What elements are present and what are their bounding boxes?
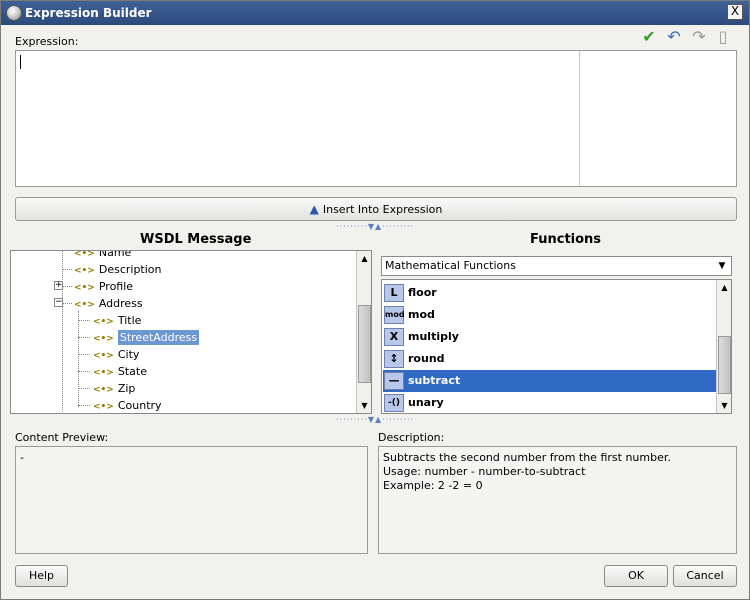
tree-item-profile[interactable]: <•> Profile: [74, 278, 133, 295]
scroll-up-icon[interactable]: ▲: [717, 280, 731, 295]
tree-item-description[interactable]: <•> Description: [74, 261, 162, 278]
undo-icon[interactable]: ↶: [665, 28, 683, 46]
function-item-subtract[interactable]: — subtract: [383, 370, 716, 392]
element-icon: <•>: [93, 334, 114, 344]
floor-function-icon: L: [384, 284, 404, 302]
function-item-round[interactable]: ↕ round: [383, 348, 716, 370]
tree-guide: [78, 388, 90, 389]
tree-item-state[interactable]: <•> State: [93, 363, 147, 380]
tree-guide: [62, 286, 72, 287]
scroll-thumb[interactable]: [358, 305, 371, 383]
unary-function-icon: -(): [384, 394, 404, 412]
description-line-1: Subtracts the second number from the fir…: [383, 451, 671, 464]
copy-icon[interactable]: ▯: [714, 28, 732, 46]
content-preview-label: Content Preview:: [15, 431, 109, 444]
description-line-2: Usage: number - number-to-subtract: [383, 465, 586, 478]
function-category-value: Mathematical Functions: [385, 259, 516, 272]
tree-item-title[interactable]: <•> Title: [93, 312, 141, 329]
tree-guide: [62, 269, 72, 270]
tree-guide: [78, 405, 90, 406]
splitter-handle-bottom[interactable]: ·········▼▲·········: [336, 415, 414, 424]
scroll-thumb[interactable]: [718, 336, 731, 394]
tree-guide: [62, 251, 63, 413]
multiply-function-icon: X: [384, 328, 404, 346]
functions-list[interactable]: L floor mod mod X multiply ↕ round — sub…: [381, 279, 732, 414]
mod-function-icon: mod: [384, 306, 405, 324]
tree-guide: [78, 320, 90, 321]
tree-guide: [78, 311, 79, 407]
element-icon: <•>: [74, 250, 95, 259]
tree-item-zip[interactable]: <•> Zip: [93, 380, 135, 397]
wsdl-message-title: WSDL Message: [140, 232, 252, 247]
wsdl-message-tree[interactable]: + − <•> Name <•> Description <•> Profile <•…: [10, 250, 372, 414]
splitter-handle-top[interactable]: ·········▼▲·········: [336, 222, 414, 231]
arrow-up-icon: ▲: [309, 202, 319, 216]
element-icon: <•>: [93, 368, 114, 378]
function-item-mod[interactable]: mod mod: [383, 304, 716, 326]
function-item-unary[interactable]: -() unary: [383, 392, 716, 413]
tree-guide: [78, 337, 90, 338]
element-icon: <•>: [74, 300, 95, 310]
element-icon: <•>: [93, 351, 114, 361]
element-icon: <•>: [74, 283, 95, 293]
round-function-icon: ↕: [384, 350, 404, 368]
scroll-down-icon[interactable]: ▼: [717, 398, 731, 413]
tree-item-streetaddress[interactable]: <•> StreetAddress: [93, 329, 200, 346]
insert-button-label: Insert Into Expression: [322, 203, 443, 216]
content-preview-value: -: [20, 451, 24, 464]
description-line-3: Example: 2 -2 = 0: [383, 479, 483, 492]
function-category-select[interactable]: Mathematical Functions ▼: [381, 256, 732, 276]
tree-guide: [78, 371, 90, 372]
subtract-function-icon: —: [384, 372, 404, 390]
function-item-multiply[interactable]: X multiply: [383, 326, 716, 348]
chevron-down-icon[interactable]: ▼: [714, 258, 730, 274]
expression-input[interactable]: [15, 50, 737, 187]
help-button[interactable]: Help: [15, 565, 68, 587]
tree-guide: [62, 303, 72, 304]
java-app-icon: [6, 5, 22, 21]
text-caret: [20, 55, 21, 69]
element-icon: <•>: [74, 266, 95, 276]
close-button[interactable]: X: [727, 4, 743, 20]
scroll-up-icon[interactable]: ▲: [357, 251, 371, 266]
functions-scrollbar[interactable]: ▲ ▼: [716, 280, 731, 413]
expand-profile-icon[interactable]: +: [54, 281, 63, 290]
tree-guide: [78, 354, 90, 355]
description-label: Description:: [378, 431, 445, 444]
expression-label: Expression:: [15, 35, 79, 48]
expression-builder-dialog: Expression Builder X Expression: ✔ ↶ ↷ ▯…: [0, 0, 750, 600]
title-bar: Expression Builder X: [1, 1, 749, 25]
expression-divider: [579, 51, 580, 186]
tree-item-city[interactable]: <•> City: [93, 346, 139, 363]
tree-item-country[interactable]: <•> Country: [93, 397, 162, 413]
description-box: Subtracts the second number from the fir…: [378, 446, 737, 554]
tree-item-name[interactable]: <•> Name: [74, 250, 131, 261]
validate-check-icon[interactable]: ✔: [640, 28, 658, 46]
functions-title: Functions: [530, 232, 602, 247]
collapse-address-icon[interactable]: −: [54, 298, 63, 307]
scroll-down-icon[interactable]: ▼: [357, 398, 371, 413]
insert-into-expression-button[interactable]: ▲ Insert Into Expression: [15, 197, 737, 221]
function-item-floor[interactable]: L floor: [383, 282, 716, 304]
element-icon: <•>: [93, 385, 114, 395]
window-title: Expression Builder: [25, 6, 152, 20]
tree-item-address[interactable]: <•> Address: [74, 295, 143, 312]
element-icon: <•>: [93, 402, 114, 412]
element-icon: <•>: [93, 317, 114, 327]
cancel-button[interactable]: Cancel: [673, 565, 737, 587]
redo-icon[interactable]: ↷: [690, 28, 708, 46]
content-preview-box: -: [15, 446, 368, 554]
wsdl-tree-scrollbar[interactable]: ▲ ▼: [356, 251, 371, 413]
ok-button[interactable]: OK: [604, 565, 668, 587]
